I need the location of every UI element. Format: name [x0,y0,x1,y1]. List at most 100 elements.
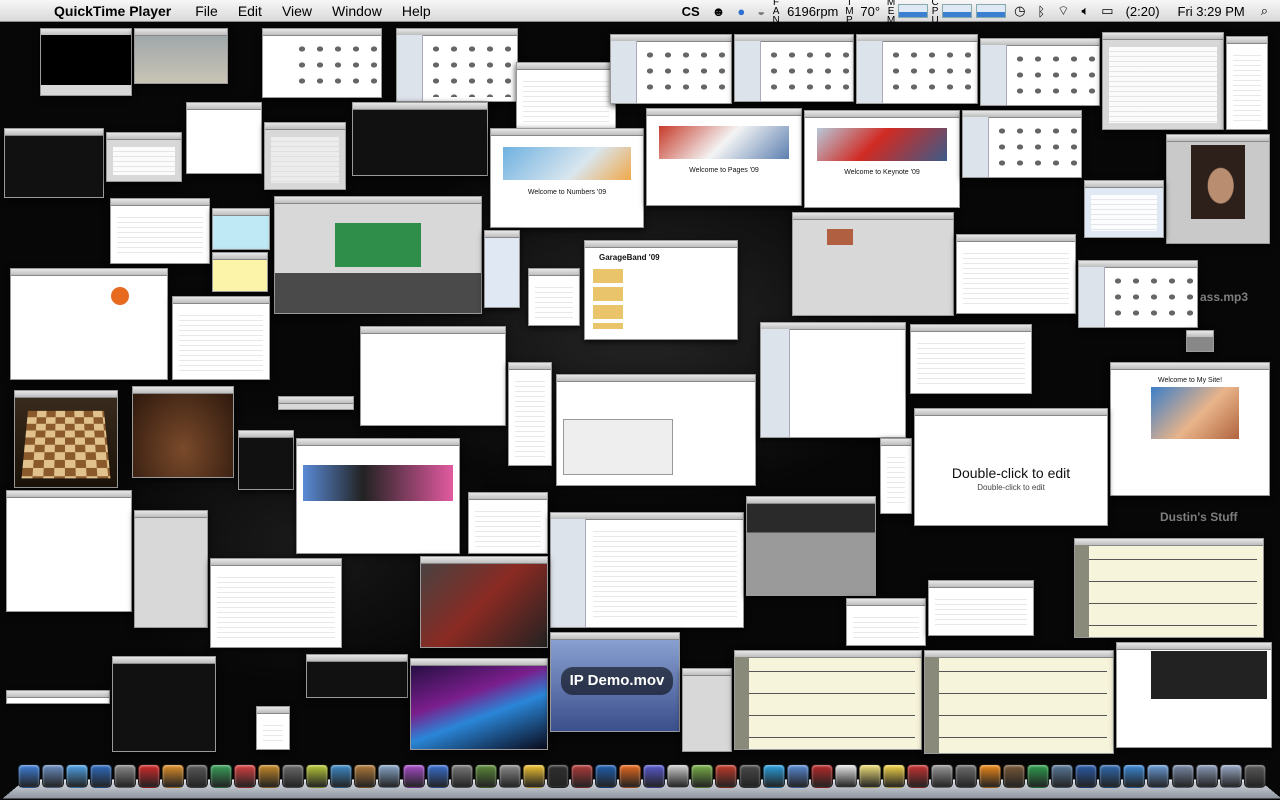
window-thumbnail[interactable] [484,230,520,308]
pinwheel-icon[interactable] [402,764,425,788]
window-thumbnail[interactable] [106,132,182,182]
menu-view[interactable]: View [272,3,322,19]
opera-icon[interactable] [138,764,161,788]
video-window-thumbnail[interactable] [410,658,548,750]
garageband-icon[interactable] [258,764,281,788]
window-thumbnail[interactable] [40,28,132,96]
menu-file[interactable]: File [185,3,228,19]
keynote-icon[interactable] [162,764,185,788]
fan-speed[interactable]: 6196rpm [781,4,844,19]
globe-menu-icon[interactable]: ● [731,4,751,19]
stickies-icon[interactable] [883,764,906,788]
desktop-item-label[interactable]: Dustin's Stuff [1160,510,1238,524]
menu-window[interactable]: Window [322,3,392,19]
finder-window-thumbnail[interactable] [856,34,978,104]
finder-window-thumbnail[interactable] [962,110,1082,178]
menu-help[interactable]: Help [392,3,441,19]
adium-icon[interactable]: ☻ [706,4,732,19]
applications-icon[interactable] [1171,764,1194,788]
chat-window-thumbnail[interactable] [1186,330,1214,352]
clock[interactable]: Fri 3:29 PM [1166,4,1257,19]
finder-window-thumbnail[interactable] [1078,260,1198,328]
clock-icon[interactable] [1075,764,1098,788]
spreadsheet-window-thumbnail[interactable] [210,558,342,648]
flash-icon[interactable] [594,764,617,788]
camera-icon[interactable] [1003,764,1026,788]
window-thumbnail[interactable] [262,28,382,98]
calculator-icon[interactable] [498,764,521,788]
terminal-icon[interactable] [546,764,569,788]
downloads-icon[interactable] [1219,764,1242,788]
window-thumbnail[interactable] [306,654,408,698]
apple-website-thumbnail[interactable] [296,438,460,554]
safari-icon[interactable] [90,764,113,788]
iphoto-icon[interactable] [787,764,809,788]
network-graph[interactable] [976,4,1007,18]
script-editor-icon[interactable] [186,764,209,788]
trash-icon[interactable] [1243,764,1266,788]
score-window-thumbnail[interactable] [924,650,1114,754]
fruit-icon[interactable] [690,764,713,788]
spotlight-icon[interactable]: ⌕ [1257,3,1280,19]
keynote-slide-thumbnail[interactable]: Double-click to edit Double-click to edi… [914,408,1108,526]
pdf-icon[interactable] [811,764,834,788]
disk-menu-icon[interactable]: ◒ [751,4,771,19]
quicktime-movie-thumbnail[interactable]: IP Demo.mov [550,632,680,732]
pages-welcome-thumbnail[interactable]: Welcome to Pages '09 [646,108,802,206]
printer-icon[interactable] [931,764,954,788]
documents-icon[interactable] [1195,764,1218,788]
automator-icon[interactable] [955,764,978,788]
bluetooth-icon[interactable]: ᛒ [1031,4,1051,19]
ichat-icon[interactable] [66,764,89,788]
window-thumbnail[interactable] [110,198,210,264]
window-thumbnail[interactable] [792,212,954,316]
desktop-item-label[interactable]: ass.mp3 [1200,290,1248,304]
score-window-thumbnail[interactable] [1074,538,1264,638]
window-thumbnail[interactable] [112,656,216,752]
window-thumbnail[interactable] [468,492,548,554]
wifi-icon[interactable]: ⌔ [1051,3,1075,19]
window-thumbnail[interactable] [910,324,1032,394]
video-window-thumbnail[interactable] [132,386,234,478]
finder-icon[interactable] [18,764,40,788]
volume-icon[interactable]: 🔈︎ [1075,3,1095,19]
textedit-icon[interactable] [666,764,689,788]
chess-window-thumbnail[interactable] [14,390,118,488]
window-thumbnail[interactable] [6,490,132,612]
time-machine-icon[interactable]: ◷ [1008,3,1031,19]
window-thumbnail[interactable] [516,62,616,132]
window-thumbnail[interactable] [880,438,912,514]
system-preferences-icon[interactable] [114,764,137,788]
preferences-window-thumbnail[interactable] [1102,32,1224,130]
firefox-icon[interactable] [618,764,641,788]
timemachine-icon[interactable] [450,764,473,788]
globe-icon[interactable] [1099,764,1122,788]
battery-time[interactable]: (2:20) [1120,4,1166,19]
sticky-note-thumbnail[interactable] [212,252,268,292]
vlc-icon[interactable] [979,764,1002,788]
logic-window-thumbnail[interactable] [274,196,482,314]
window-thumbnail[interactable] [508,362,552,466]
temperature[interactable]: 70° [854,4,886,19]
cpu-graph[interactable] [942,4,973,18]
window-thumbnail[interactable] [746,496,876,596]
gimp-icon[interactable] [282,764,305,788]
safari-window-thumbnail[interactable] [556,374,756,486]
memory-graph[interactable] [898,4,929,18]
video-window-thumbnail[interactable] [420,556,548,648]
quicktime-icon[interactable] [1123,764,1146,788]
mysite-window-thumbnail[interactable]: Welcome to My Site! [1110,362,1270,496]
preview-icon[interactable] [42,764,65,788]
numbers-icon[interactable] [1027,764,1050,788]
itunes-icon[interactable] [426,764,449,788]
battery-icon[interactable]: ▭ [1095,3,1119,19]
rocket-icon[interactable] [474,764,497,788]
audio-mixer-thumbnail[interactable] [682,668,732,752]
slideshow-icon[interactable] [738,764,761,788]
window-thumbnail[interactable] [4,128,104,198]
finder-window-thumbnail[interactable] [396,28,518,102]
window-thumbnail[interactable] [528,268,580,326]
window-thumbnail[interactable] [134,28,228,84]
dictionary-icon[interactable] [570,764,593,788]
window-thumbnail[interactable] [760,322,906,438]
